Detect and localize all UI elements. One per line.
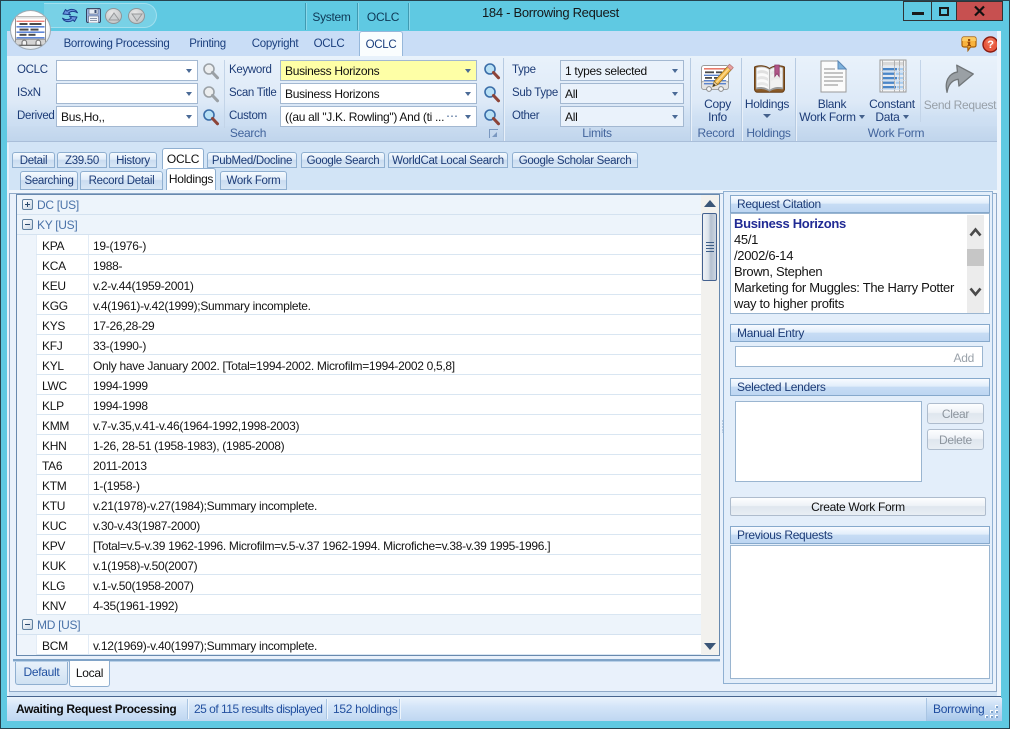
svg-text:?: ? (987, 39, 994, 51)
